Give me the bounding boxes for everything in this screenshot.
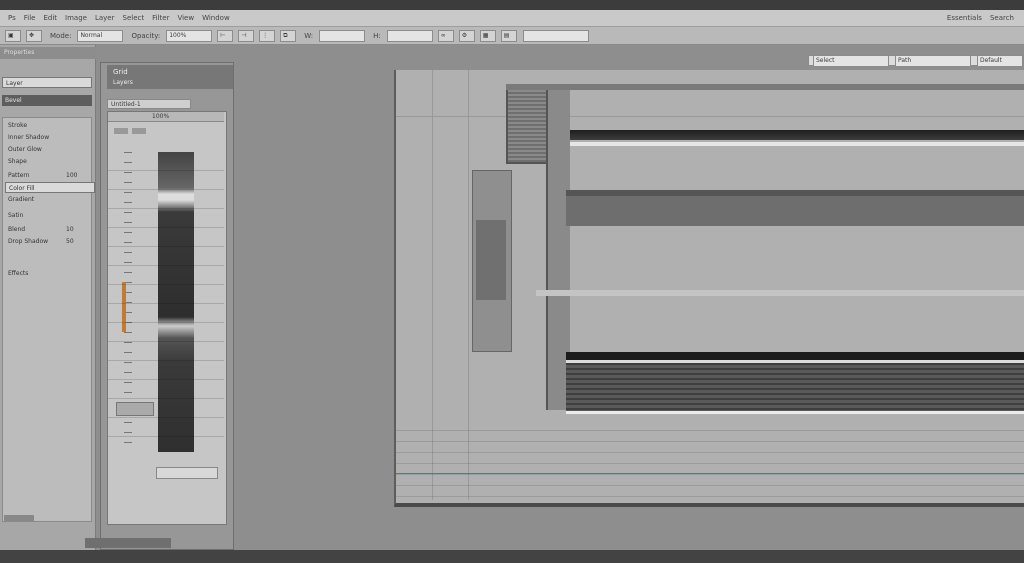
doc-tab[interactable]: Untitled-1 xyxy=(107,99,191,109)
align-center-icon[interactable]: ⊣ xyxy=(238,29,255,42)
search-button[interactable]: Search xyxy=(990,14,1014,22)
zoom-readout: 100% xyxy=(108,112,224,122)
menu-file[interactable]: File xyxy=(24,14,36,22)
effect-item-gradient[interactable]: Gradient xyxy=(5,194,95,205)
menu-layer[interactable]: Layer xyxy=(95,14,115,22)
link-icon[interactable]: ∞ xyxy=(437,29,454,42)
properties-panel: Properties Layer Bevel Stroke Inner Shad… xyxy=(0,45,96,550)
menu-image[interactable]: Image xyxy=(65,14,87,22)
menu-select[interactable]: Select xyxy=(123,14,145,22)
value-field-3[interactable]: 10 xyxy=(63,224,87,235)
dark-rail-1 xyxy=(566,130,1024,140)
effects-list: Stroke Inner Shadow Outer Glow Shape Pat… xyxy=(2,117,95,522)
width-label: W: xyxy=(304,31,314,40)
light-rail xyxy=(536,290,1024,296)
bottom-highlight xyxy=(566,411,1024,414)
opacity-label: Opacity: xyxy=(131,31,161,40)
properties-panel-title: Properties xyxy=(0,47,96,59)
workspace-switcher[interactable]: Essentials xyxy=(947,14,982,22)
layer-row-lines xyxy=(108,152,224,452)
lower-grid-lines xyxy=(396,420,1024,500)
right-options-bar: Select Path Default xyxy=(808,54,1024,67)
transform-icon[interactable]: ⧉ xyxy=(280,29,297,42)
tool-preset-icon[interactable]: ▣ xyxy=(5,29,21,42)
effect-item-stroke[interactable]: Stroke xyxy=(5,120,95,131)
grid-icon[interactable]: ▦ xyxy=(479,29,496,42)
panel-footer-control[interactable] xyxy=(4,515,34,521)
menu-bar: Ps File Edit Image Layer Select Filter V… xyxy=(0,10,1024,27)
mode-label: Mode: xyxy=(50,31,72,40)
menu-window[interactable]: Window xyxy=(202,14,230,22)
layers-panel-header: Grid Layers xyxy=(107,65,233,89)
right-field-3[interactable]: Default xyxy=(977,54,1023,67)
status-bar xyxy=(0,550,1024,563)
mode-select[interactable]: Normal xyxy=(77,29,124,42)
settings-icon[interactable]: ⚙ xyxy=(458,29,475,42)
slat-block xyxy=(566,363,1024,411)
window-top-strip xyxy=(0,0,1024,10)
document-canvas[interactable] xyxy=(394,70,1024,507)
panel-footer-bar xyxy=(85,538,171,548)
value-field-2[interactable]: 50 xyxy=(63,236,87,247)
options-toolbar: ▣ ✥ Mode: Normal Opacity: 100% ⊢ ⊣ ⋮ ⧉ W… xyxy=(0,27,1024,45)
layer-select[interactable]: Layer xyxy=(2,77,92,88)
height-field[interactable] xyxy=(386,29,433,42)
align-left-icon[interactable]: ⊢ xyxy=(217,29,234,42)
effect-item-satin[interactable]: Satin xyxy=(5,210,95,221)
side-panel-inset xyxy=(476,220,506,300)
panel-icon-2[interactable] xyxy=(132,128,146,134)
dark-rail-3 xyxy=(566,352,1024,360)
layer-name-field[interactable] xyxy=(156,467,218,479)
height-label: H: xyxy=(373,31,381,40)
effect-item-effects[interactable]: Effects xyxy=(5,268,95,279)
guide-horizontal-1 xyxy=(396,116,1024,117)
effect-item-color-fill[interactable]: Color Fill xyxy=(5,182,95,193)
distribute-icon[interactable]: ⋮ xyxy=(259,29,276,42)
layers-panel-subtitle: Layers xyxy=(113,79,133,86)
effect-item-shape[interactable]: Shape xyxy=(5,156,95,167)
menu-filter[interactable]: Filter xyxy=(152,14,169,22)
menu-edit[interactable]: Edit xyxy=(43,14,57,22)
value-field-1[interactable]: 100 xyxy=(63,170,87,181)
opacity-field[interactable]: 100% xyxy=(166,29,213,42)
width-field[interactable] xyxy=(319,29,366,42)
layers-icon[interactable]: ▤ xyxy=(500,29,517,42)
top-rail xyxy=(506,84,1024,90)
right-field-1[interactable]: Select xyxy=(813,54,889,67)
layers-panel-title: Grid xyxy=(113,68,128,76)
preset-field[interactable] xyxy=(522,29,589,42)
effect-item-outer-glow[interactable]: Outer Glow xyxy=(5,144,95,155)
menu-view[interactable]: View xyxy=(177,14,194,22)
highlight-rail-1 xyxy=(566,142,1024,146)
mid-band xyxy=(566,196,1024,226)
panel-icon-1[interactable] xyxy=(114,128,128,134)
red-guide-line xyxy=(396,473,1024,474)
layer-thumbnail-stack: 100% xyxy=(107,111,227,525)
right-field-2[interactable]: Path xyxy=(895,54,971,67)
layers-panel: Grid Layers Untitled-1 100% xyxy=(85,62,234,550)
effect-item-inner-shadow[interactable]: Inner Shadow xyxy=(5,132,95,143)
move-tool-icon[interactable]: ✥ xyxy=(26,29,42,42)
bevel-row[interactable]: Bevel xyxy=(2,95,92,106)
app-logo[interactable]: Ps xyxy=(8,14,16,22)
